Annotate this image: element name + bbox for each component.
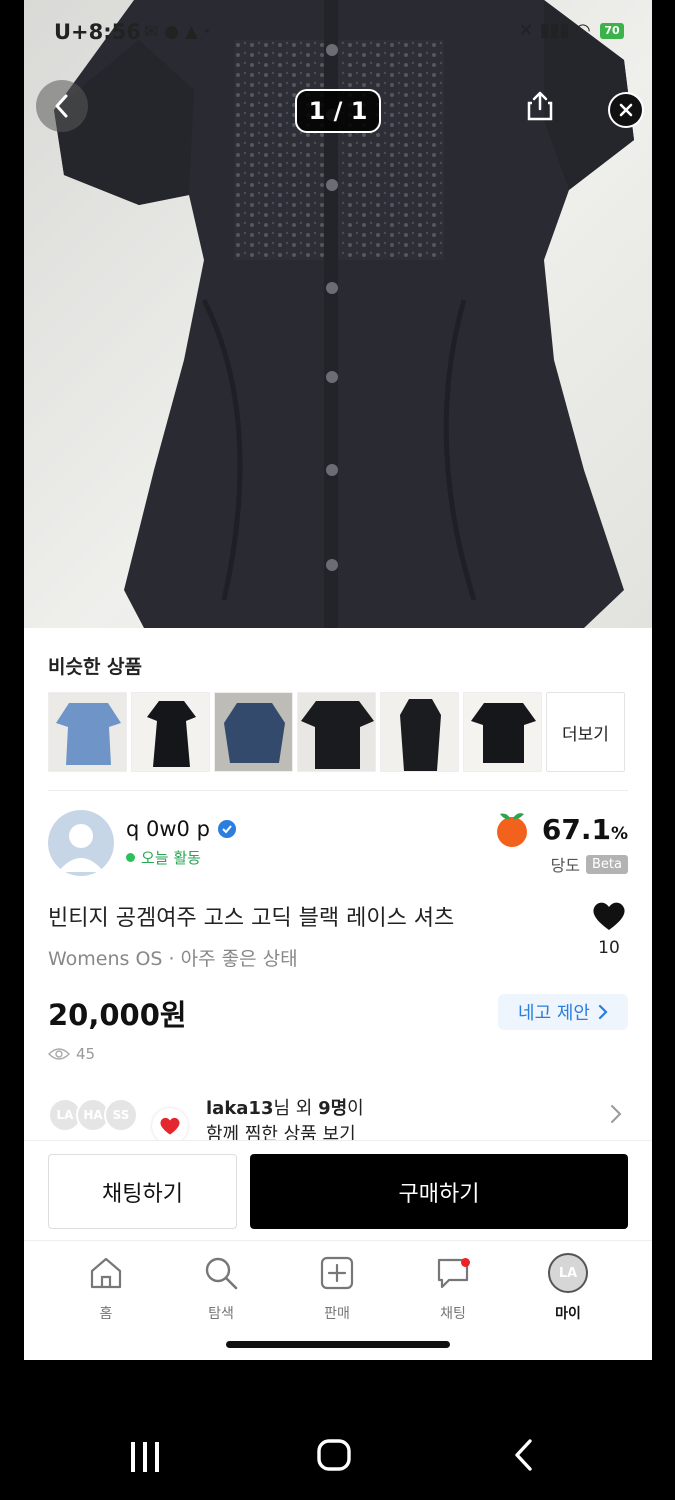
tab-label: 판매 — [324, 1306, 350, 1322]
tab-explore[interactable]: 탐색 — [181, 1253, 261, 1323]
app-screen: U+8:56 ✉ ● ▲ · ✕ ▮▮▮ ◠ 70 1 / 1 비슷한 상품 더… — [24, 0, 652, 1360]
black-shirt-image — [464, 693, 541, 771]
tangerine-icon — [496, 813, 527, 847]
wifi-icon: ◠ — [575, 20, 590, 41]
view-count-value: 45 — [76, 1045, 96, 1063]
notification-icons: ✉ ● ▲ · — [144, 22, 211, 42]
online-dot-icon — [126, 853, 135, 862]
check-icon — [222, 825, 232, 834]
liker-avatar: SS — [104, 1098, 138, 1132]
tab-label: 채팅 — [440, 1306, 466, 1322]
share-icon — [527, 91, 553, 121]
tab-label: 탐색 — [208, 1306, 234, 1322]
avatar-icon: LA — [548, 1253, 588, 1293]
search-icon — [205, 1257, 238, 1290]
status-time: U+8:56 — [54, 20, 141, 44]
tab-label: 홈 — [99, 1306, 113, 1322]
mute-icon: ✕ — [518, 20, 534, 41]
seller-activity: 오늘 활동 — [126, 847, 201, 868]
price-offer-button[interactable]: 네고 제안 — [498, 994, 628, 1030]
product-meta: Womens OS · 아주 좋은 상태 — [48, 948, 298, 970]
status-bar: U+8:56 ✉ ● ▲ · ✕ ▮▮▮ ◠ 70 — [24, 18, 652, 48]
view-count: 45 — [48, 1045, 95, 1063]
likers-row[interactable]: LA HA SS laka13님 외 9명이 함께 찜한 상품 보기 — [48, 1090, 628, 1145]
similar-products-title: 비슷한 상품 — [48, 656, 143, 678]
likers-count: 9명 — [318, 1098, 348, 1119]
score-value: 67.1 — [541, 812, 611, 846]
beta-badge: Beta — [586, 854, 628, 874]
plus-square-icon — [320, 1256, 354, 1290]
bottom-tab-bar: 홈 탐색 판매 채팅 LA 마이 — [24, 1240, 652, 1360]
similar-product-thumb[interactable] — [131, 692, 210, 772]
activity-label: 오늘 활동 — [141, 849, 201, 867]
eye-icon — [48, 1048, 70, 1060]
chevron-right-icon — [598, 1004, 608, 1020]
liker-name: laka13 — [206, 1098, 274, 1119]
red-heart-icon — [152, 1108, 188, 1144]
offer-label: 네고 제안 — [518, 1003, 590, 1024]
black-blouse-image — [298, 693, 375, 771]
black-dress-image — [132, 693, 209, 771]
tab-label: 마이 — [555, 1306, 581, 1322]
like-button[interactable]: 10 — [589, 900, 629, 958]
close-icon — [619, 103, 633, 117]
product-title: 빈티지 공겜여주 고스 고딕 블랙 레이스 셔츠 — [48, 906, 455, 931]
product-price: 20,000원 — [48, 998, 187, 1032]
seller-name: q 0w0 p — [126, 817, 210, 841]
likers-suffix: 님 외 — [273, 1098, 319, 1119]
recent-apps-icon[interactable] — [128, 1440, 164, 1474]
chat-button[interactable]: 채팅하기 — [48, 1154, 237, 1229]
unread-dot-icon — [461, 1258, 470, 1267]
score-label: 당도 — [550, 856, 581, 875]
seller-avatar[interactable] — [48, 810, 114, 876]
tab-chat[interactable]: 채팅 — [413, 1253, 493, 1323]
home-indicator — [226, 1341, 450, 1348]
system-back-icon[interactable] — [512, 1438, 536, 1472]
back-button[interactable] — [36, 80, 88, 132]
similar-more-button[interactable]: 더보기 — [546, 692, 625, 772]
purchase-action-bar: 채팅하기 구매하기 — [24, 1140, 652, 1240]
chevron-right-icon — [611, 1105, 622, 1123]
similar-product-thumb[interactable] — [214, 692, 293, 772]
tab-my[interactable]: LA 마이 — [528, 1253, 608, 1323]
user-placeholder-icon — [58, 824, 104, 872]
likers-suffix2: 이 — [347, 1098, 364, 1119]
share-button[interactable] — [520, 84, 560, 128]
home-button-icon[interactable] — [316, 1438, 352, 1472]
system-icons: ✕ ▮▮▮ ◠ 70 — [518, 20, 624, 41]
signal-icon: ▮▮▮ — [539, 20, 570, 41]
score-unit: % — [610, 823, 628, 844]
seller-score[interactable]: 67.1% 당도 Beta — [492, 810, 628, 876]
verified-badge-icon — [217, 820, 236, 838]
similar-product-thumb[interactable] — [380, 692, 459, 772]
similar-product-thumb[interactable] — [48, 692, 127, 772]
like-count: 10 — [598, 938, 620, 958]
heart-icon — [593, 902, 625, 930]
similar-products-list: 더보기 — [48, 692, 628, 772]
black-long-dress-image — [381, 693, 458, 771]
buy-button[interactable]: 구매하기 — [250, 1154, 628, 1229]
close-button[interactable] — [608, 92, 644, 128]
chevron-left-icon — [55, 94, 68, 118]
seller-name-row[interactable]: q 0w0 p — [126, 817, 236, 841]
product-photo[interactable]: U+8:56 ✉ ● ▲ · ✕ ▮▮▮ ◠ 70 1 / 1 — [24, 0, 652, 628]
tab-sell[interactable]: 판매 — [297, 1253, 377, 1323]
denim-dress-image — [49, 693, 126, 771]
photo-counter: 1 / 1 — [295, 89, 381, 133]
home-icon — [90, 1257, 122, 1289]
likers-summary: laka13님 외 9명이 — [206, 1094, 364, 1120]
system-navigation-bar — [0, 1360, 675, 1500]
tab-home[interactable]: 홈 — [66, 1253, 146, 1323]
similar-product-thumb[interactable] — [463, 692, 542, 772]
section-divider — [48, 790, 628, 791]
battery-icon: 70 — [600, 23, 624, 39]
similar-product-thumb[interactable] — [297, 692, 376, 772]
denim-jacket-image — [215, 693, 292, 771]
